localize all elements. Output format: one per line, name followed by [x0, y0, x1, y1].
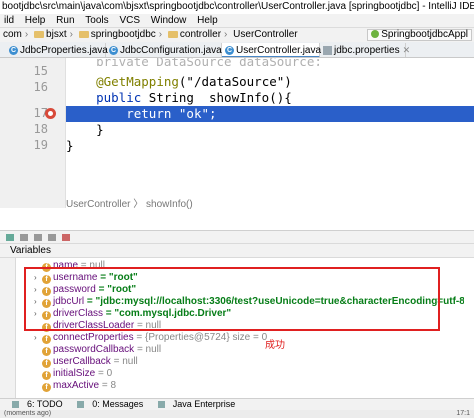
- success-note: 成功: [265, 340, 285, 351]
- editor-tab-bar: CJdbcProperties.java✕ CJdbcConfiguration…: [0, 42, 474, 58]
- class-icon: C: [109, 46, 118, 55]
- nav-crumb-controller[interactable]: controller: [165, 28, 224, 42]
- menu-bar: ild Help Run Tools VCS Window Help: [0, 14, 474, 27]
- class-icon: C: [225, 46, 234, 55]
- code-line-16-signature: public String showInfo(){: [96, 90, 292, 105]
- field-icon: f: [42, 383, 51, 392]
- field-icon: f: [42, 347, 51, 356]
- nav-crumb-usercontroller[interactable]: UserController: [230, 28, 300, 42]
- nav-crumb-springbootjdbc[interactable]: springbootjdbc: [76, 28, 159, 42]
- menu-run[interactable]: Run: [52, 14, 78, 27]
- field-icon: f: [42, 371, 51, 380]
- field-icon: f: [42, 359, 51, 368]
- code-line-17-current: return "ok";: [66, 106, 474, 122]
- stop-icon[interactable]: [62, 234, 70, 241]
- caret-position[interactable]: 17:1: [456, 410, 470, 418]
- status-message: (moments ago): [4, 410, 52, 417]
- menu-build[interactable]: ild: [0, 14, 18, 27]
- tab-usercontroller[interactable]: CUserController.java✕: [222, 43, 332, 57]
- code-line-16-annotation: @GetMapping("/dataSource"): [96, 74, 292, 89]
- tab-jdbcconfiguration[interactable]: CJdbcConfiguration.java✕: [106, 43, 232, 57]
- todo-icon: [12, 401, 19, 408]
- line-number: 15: [33, 64, 48, 78]
- tool-tab-java-enterprise[interactable]: Java Enterprise: [152, 399, 235, 410]
- code-breadcrumb[interactable]: UserController 〉 showInfo(): [0, 198, 474, 212]
- tool-tab-messages[interactable]: 0: Messages: [71, 399, 143, 410]
- line-number: 19: [33, 138, 48, 152]
- menu-tools[interactable]: Tools: [81, 14, 112, 27]
- window-title: bootjdbc\src\main\java\com\bjsxt\springb…: [0, 0, 474, 14]
- messages-icon: [77, 401, 85, 408]
- debug-side-toolbar: [0, 258, 16, 398]
- run-configuration-select[interactable]: SpringbootjdbcAppl: [367, 29, 472, 41]
- code-line-18: }: [96, 122, 104, 137]
- variables-panel-title: Variables: [0, 244, 474, 258]
- chevron-right-icon: ›: [158, 29, 163, 40]
- folder-icon: [78, 31, 89, 38]
- java-enterprise-icon: [157, 401, 165, 408]
- field-icon: f: [42, 335, 51, 344]
- tab-jdbc-properties[interactable]: jdbc.properties ✕: [320, 43, 410, 57]
- variable-row[interactable]: f userCallback = null: [34, 356, 464, 368]
- chevron-right-icon: ›: [224, 29, 228, 40]
- code-editor[interactable]: 15 16 17 18 19 private DataSource dataSo…: [0, 58, 474, 208]
- code-line-19: }: [66, 138, 74, 153]
- step-out-icon[interactable]: [48, 234, 56, 241]
- resume-icon[interactable]: [6, 234, 14, 241]
- class-icon: C: [9, 46, 18, 55]
- highlight-box: [24, 267, 440, 331]
- step-into-icon[interactable]: [34, 234, 42, 241]
- code-line-15: private DataSource dataSource;: [66, 58, 322, 66]
- nav-crumb-bjsxt[interactable]: bjsxt: [31, 28, 70, 42]
- expand-arrow-icon[interactable]: ›: [34, 332, 42, 344]
- navigation-bar: com › bjsxt › springbootjdbc › controller › …: [0, 27, 474, 42]
- folder-icon: [167, 31, 178, 38]
- menu-window[interactable]: Window: [147, 14, 191, 27]
- menu-help[interactable]: Help: [193, 14, 222, 27]
- variable-row[interactable]: f passwordCallback = null: [34, 344, 464, 356]
- line-number: 16: [33, 80, 48, 94]
- tool-window-bar: 6: TODO 0: Messages Java Enterprise: [0, 398, 474, 410]
- spring-boot-icon: [371, 30, 380, 38]
- nav-crumb-com[interactable]: com: [0, 28, 25, 42]
- step-over-icon[interactable]: [20, 234, 28, 241]
- tool-tab-todo[interactable]: 6: TODO: [6, 399, 63, 410]
- properties-file-icon: [323, 46, 332, 55]
- debug-toolbar: [0, 230, 474, 244]
- status-bar: (moments ago) 17:1: [0, 410, 474, 418]
- chevron-right-icon: ›: [69, 29, 73, 40]
- variable-row[interactable]: f initialSize = 0: [34, 368, 464, 380]
- menu-help-1[interactable]: Help: [21, 14, 50, 27]
- folder-icon: [34, 31, 45, 38]
- line-number: 18: [33, 122, 48, 136]
- variable-row[interactable]: f maxActive = 8: [34, 380, 464, 392]
- menu-vcs[interactable]: VCS: [115, 14, 144, 27]
- close-icon[interactable]: ✕: [403, 45, 411, 55]
- chevron-right-icon: ›: [24, 29, 29, 40]
- variable-row[interactable]: › f connectProperties = {Properties@5724} …: [34, 332, 464, 344]
- editor-gutter[interactable]: 15 16 17 18 19: [0, 58, 66, 208]
- tab-jdbcproperties[interactable]: CJdbcProperties.java✕: [6, 43, 118, 57]
- breakpoint-icon[interactable]: [45, 108, 56, 119]
